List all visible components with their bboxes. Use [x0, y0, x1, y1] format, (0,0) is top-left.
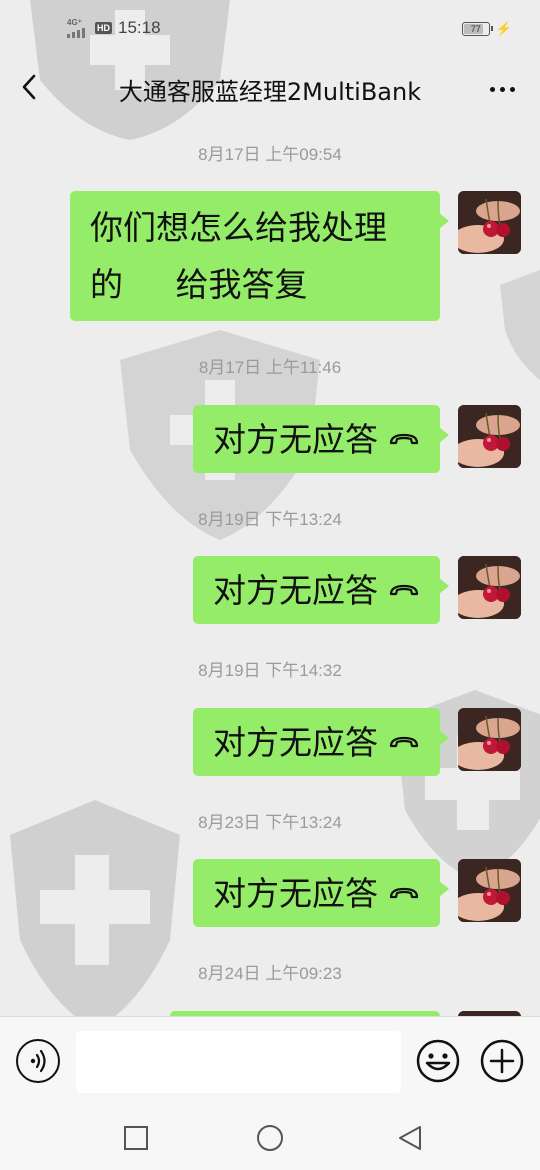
- circle-icon: [257, 1125, 283, 1151]
- message-bubble[interactable]: 对方无应答: [193, 859, 449, 927]
- more-button[interactable]: [482, 72, 522, 106]
- cherry-avatar-icon: [458, 708, 521, 771]
- message-text: 你们想怎么给我处理 的 给我答复: [90, 208, 387, 304]
- phone-hangup-icon: [388, 885, 420, 901]
- square-icon: [124, 1126, 148, 1150]
- avatar[interactable]: [458, 191, 521, 254]
- avatar[interactable]: [458, 405, 521, 468]
- message-input[interactable]: [76, 1031, 401, 1093]
- chat-title: 大通客服蓝经理2MultiBank: [118, 78, 422, 106]
- chevron-left-icon: [22, 74, 36, 100]
- avatar[interactable]: [458, 556, 521, 619]
- nav-back-button[interactable]: [396, 1124, 424, 1152]
- back-button[interactable]: [16, 70, 56, 110]
- phone-hangup-icon: [388, 734, 420, 750]
- phone-hangup-icon: [388, 582, 420, 598]
- nav-home-button[interactable]: [256, 1124, 284, 1152]
- plus-icon: [480, 1039, 524, 1083]
- message-bubble[interactable]: 对方无应答: [193, 556, 449, 624]
- message-text: 对方无应答: [213, 570, 378, 610]
- message-text: 对方无应答: [213, 722, 378, 762]
- cherry-avatar-icon: [458, 556, 521, 619]
- avatar[interactable]: [458, 859, 521, 922]
- message-text: 对方无应答: [213, 873, 378, 913]
- signal-icon: 4G⁺: [67, 18, 89, 38]
- charging-icon: ⚡: [495, 21, 512, 36]
- message-timestamp: 8月19日 下午14:32: [198, 661, 342, 680]
- cherry-avatar-icon: [458, 191, 521, 254]
- message-timestamp: 8月19日 下午13:24: [198, 510, 342, 529]
- emoji-icon: [416, 1039, 460, 1083]
- avatar[interactable]: [458, 708, 521, 771]
- voice-icon: [30, 1049, 46, 1073]
- message-bubble[interactable]: 你们想怎么给我处理 的 给我答复: [70, 191, 449, 321]
- cherry-avatar-icon: [458, 859, 521, 922]
- message-list[interactable]: 8月17日 上午09:54 你们想怎么给我处理 的 给我答复 8月17日 上午1…: [0, 118, 540, 1016]
- voice-button[interactable]: [16, 1039, 60, 1083]
- message-timestamp: 8月17日 上午09:54: [198, 145, 342, 164]
- status-bar: 4G⁺ HD 15:18 77 ⚡: [0, 0, 540, 60]
- hd-badge: HD: [95, 22, 112, 34]
- status-time: 15:18: [118, 18, 161, 37]
- more-dots-icon: [489, 86, 495, 92]
- input-bar: [0, 1016, 540, 1104]
- message-text: 对方无应答: [213, 419, 378, 459]
- message-timestamp: 8月23日 下午13:24: [198, 813, 342, 832]
- message-timestamp: 8月24日 上午09:23: [198, 964, 342, 983]
- triangle-back-icon: [399, 1126, 421, 1150]
- emoji-button[interactable]: [416, 1039, 460, 1083]
- cherry-avatar-icon: [458, 405, 521, 468]
- phone-hangup-icon: [388, 431, 420, 447]
- nav-recent-button[interactable]: [122, 1124, 150, 1152]
- plus-button[interactable]: [480, 1039, 524, 1083]
- message-bubble[interactable]: 对方无应答: [193, 708, 449, 776]
- battery-level: 77: [470, 24, 481, 34]
- battery-icon: 77: [461, 22, 493, 36]
- chat-header: 大通客服蓝经理2MultiBank: [0, 60, 540, 118]
- message-bubble[interactable]: 对方无应答: [193, 405, 449, 473]
- system-nav-bar: [0, 1104, 540, 1170]
- message-timestamp: 8月17日 上午11:46: [198, 358, 342, 377]
